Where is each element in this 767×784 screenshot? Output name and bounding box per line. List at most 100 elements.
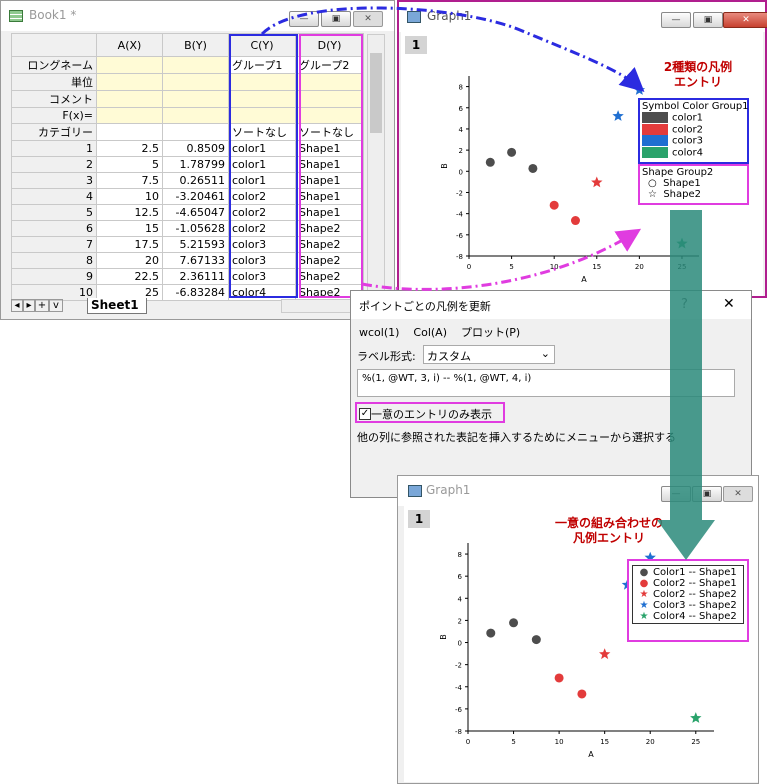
- label-cell[interactable]: [96, 123, 163, 141]
- label-cell[interactable]: [162, 107, 229, 124]
- data-cell[interactable]: 0.8509: [162, 140, 229, 157]
- menu-plot[interactable]: プロット(P): [461, 326, 520, 339]
- graph2-page: 1 0 5 10 15 20 25 -8 -6 -4 -2 0 2 4 6 8 A B 一意の組み合わせの 凡例エ…: [404, 506, 758, 782]
- label-cell[interactable]: [96, 90, 163, 108]
- label-cell[interactable]: [162, 73, 229, 91]
- data-cell[interactable]: 22.5: [96, 268, 163, 285]
- data-cell[interactable]: 15: [96, 220, 163, 237]
- maximize-icon[interactable]: ▣: [321, 11, 351, 27]
- data-cell[interactable]: 7.67133: [162, 252, 229, 269]
- data-cell[interactable]: 20: [96, 252, 163, 269]
- unique-legend[interactable]: ● Color1 -- Shape1 ● Color2 -- Shape1 ★ Color…: [627, 559, 749, 642]
- row-number[interactable]: 9: [11, 268, 97, 285]
- data-cell[interactable]: 7.5: [96, 172, 163, 189]
- x-axis-label: A: [581, 275, 587, 284]
- data-cell[interactable]: 1.78799: [162, 156, 229, 173]
- color-legend[interactable]: Symbol Color Group1 color1 color2 color3 co…: [638, 98, 749, 164]
- y-tick-label: 2: [459, 147, 463, 155]
- row-number[interactable]: 6: [11, 220, 97, 237]
- column-header[interactable]: B(Y): [162, 33, 229, 57]
- color-swatch: [642, 135, 668, 146]
- row-label[interactable]: コメント: [11, 90, 97, 108]
- book1-titlebar[interactable]: Book1 * — ▣ ✕: [1, 1, 394, 31]
- data-cell[interactable]: 2.36111: [162, 268, 229, 285]
- minimize-icon[interactable]: —: [661, 486, 691, 502]
- data-cell[interactable]: 12.5: [96, 204, 163, 221]
- graph2-title: Graph1: [426, 483, 471, 497]
- unique-entries-checkbox[interactable]: ✓ 一意のエントリのみ表示: [355, 402, 505, 423]
- y-tick-label: -6: [455, 706, 463, 714]
- row-label[interactable]: ロングネーム: [11, 56, 97, 74]
- book1-title: Book1 *: [29, 8, 77, 22]
- data-point: [612, 110, 624, 121]
- data-cell[interactable]: -4.65047: [162, 204, 229, 221]
- dialog-titlebar[interactable]: ポイントごとの凡例を更新 ? ✕: [351, 291, 751, 319]
- menu-wcol[interactable]: wcol(1): [359, 326, 399, 339]
- close-button[interactable]: ✕: [723, 296, 735, 312]
- data-point: [509, 618, 519, 628]
- label-cell[interactable]: [96, 107, 163, 124]
- sheet-list-button[interactable]: v: [49, 299, 63, 312]
- add-sheet-button[interactable]: +: [35, 299, 49, 312]
- row-label[interactable]: 単位: [11, 73, 97, 91]
- graph2-titlebar[interactable]: Graph1 — ▣ ✕: [398, 476, 758, 506]
- minimize-icon[interactable]: —: [289, 11, 319, 27]
- nav-last-icon[interactable]: ▸: [23, 299, 35, 312]
- data-cell[interactable]: 0.26511: [162, 172, 229, 189]
- sheet-tab[interactable]: Sheet1: [87, 298, 147, 314]
- checkbox-icon[interactable]: ✓: [359, 408, 371, 420]
- x-tick-label: 25: [678, 263, 687, 271]
- data-cell[interactable]: 5: [96, 156, 163, 173]
- label-format-select[interactable]: カスタム ⌄: [423, 345, 555, 364]
- expression-input[interactable]: %(1, @WT, 3, i) -- %(1, @WT, 4, i): [357, 369, 735, 397]
- update-legend-dialog: ポイントごとの凡例を更新 ? ✕ wcol(1) Col(A) プロット(P) ラベ…: [350, 290, 752, 498]
- data-point: [591, 176, 603, 188]
- row-number[interactable]: 8: [11, 252, 97, 269]
- data-point: [554, 673, 564, 683]
- close-icon[interactable]: ✕: [723, 12, 767, 28]
- row-number[interactable]: 2: [11, 156, 97, 173]
- graph1-titlebar[interactable]: Graph1 — ▣ ✕: [399, 2, 767, 32]
- data-point: [633, 84, 646, 95]
- data-cell[interactable]: 5.21593: [162, 236, 229, 253]
- label-cell[interactable]: [162, 123, 229, 141]
- label-cell[interactable]: [162, 56, 229, 74]
- maximize-icon[interactable]: ▣: [693, 12, 723, 28]
- row-number[interactable]: 1: [11, 140, 97, 157]
- label-cell[interactable]: [96, 56, 163, 74]
- close-icon[interactable]: ✕: [353, 11, 383, 27]
- row-label[interactable]: F(x)=: [11, 107, 97, 124]
- sheet-nav[interactable]: ◂ ▸ + v: [11, 299, 86, 313]
- row-number[interactable]: 5: [11, 204, 97, 221]
- data-cell[interactable]: -3.20461: [162, 188, 229, 205]
- label-format-label: ラベル形式:: [357, 350, 416, 363]
- data-point: [676, 237, 688, 249]
- scroll-thumb[interactable]: [370, 53, 382, 133]
- label-cell[interactable]: [162, 90, 229, 108]
- unique-legend-item: ★ Color3 -- Shape2: [635, 600, 741, 611]
- help-button[interactable]: ?: [681, 297, 688, 312]
- data-cell[interactable]: -6.83284: [162, 284, 229, 301]
- column-header[interactable]: A(X): [96, 33, 163, 57]
- row-number[interactable]: 4: [11, 188, 97, 205]
- close-icon[interactable]: ✕: [723, 486, 753, 502]
- row-number[interactable]: 3: [11, 172, 97, 189]
- minimize-icon[interactable]: —: [661, 12, 691, 28]
- x-tick-label: 10: [555, 738, 564, 746]
- shape-legend[interactable]: Shape Group2 ○ Shape1 ☆ Shape2: [638, 164, 749, 205]
- row-number[interactable]: 7: [11, 236, 97, 253]
- corner-cell[interactable]: [11, 33, 97, 57]
- nav-first-icon[interactable]: ◂: [11, 299, 23, 312]
- data-cell[interactable]: 10: [96, 188, 163, 205]
- vertical-scrollbar[interactable]: [367, 34, 385, 297]
- maximize-icon[interactable]: ▣: [692, 486, 722, 502]
- data-cell[interactable]: -1.05628: [162, 220, 229, 237]
- label-cell[interactable]: [96, 73, 163, 91]
- row-label[interactable]: カテゴリー: [11, 123, 97, 141]
- menu-col[interactable]: Col(A): [413, 326, 447, 339]
- data-cell[interactable]: 2.5: [96, 140, 163, 157]
- data-cell[interactable]: 17.5: [96, 236, 163, 253]
- shape-legend-item: ○ Shape1: [648, 178, 701, 189]
- x-tick-label: 25: [691, 738, 700, 746]
- x-tick-label: 20: [646, 738, 655, 746]
